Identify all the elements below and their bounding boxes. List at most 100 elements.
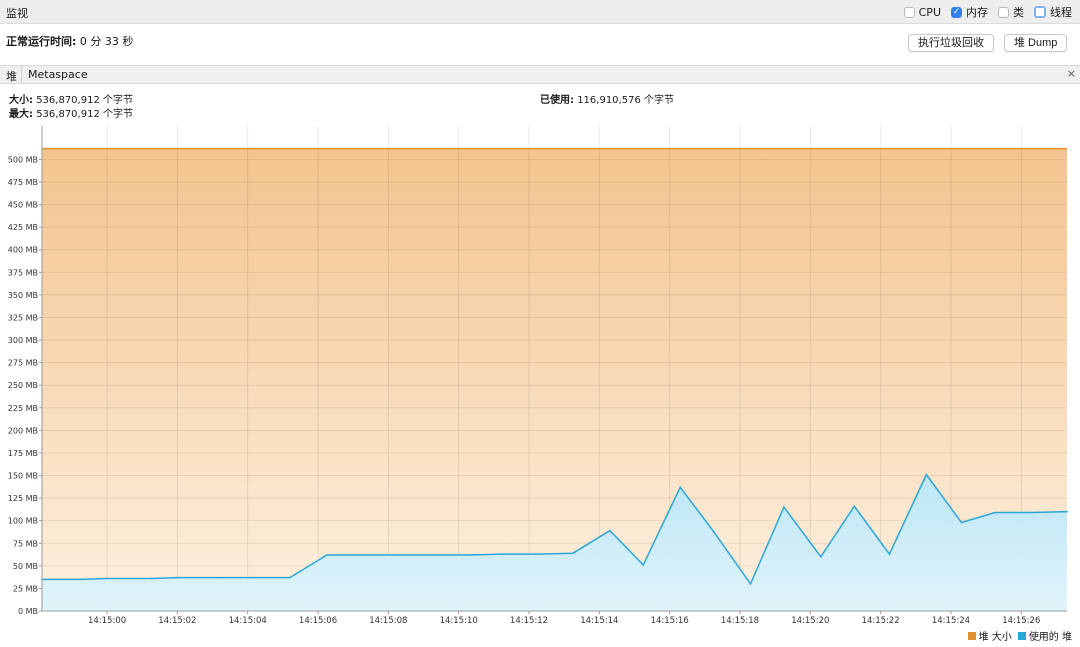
y-tick-label: 450 MB (8, 201, 38, 210)
chart-legend: 堆 大小 使用的 堆 (962, 628, 1072, 643)
cpu-label: CPU (918, 5, 941, 19)
y-tick-label: 200 MB (8, 426, 38, 435)
x-tick-label: 14:15:18 (721, 616, 759, 625)
used-heap-point (150, 577, 152, 580)
heap-max-info: 最大: 536,870,912 个字节 (9, 105, 133, 120)
tab-divider (21, 66, 22, 83)
y-tick-label: 350 MB (8, 291, 38, 300)
tab-metaspace[interactable]: Metaspace (28, 68, 88, 81)
used-heap-point (679, 486, 682, 489)
legend-used-heap-label: 使用的 堆 (1028, 632, 1072, 643)
y-tick-label: 125 MB (8, 494, 38, 503)
x-tick-label: 14:15:06 (299, 616, 337, 625)
legend-heap-size-label: 堆 大小 (978, 632, 1012, 643)
used-heap-swatch (1017, 631, 1026, 640)
option-classes[interactable]: 类 (998, 4, 1024, 20)
y-tick-label: 275 MB (8, 359, 38, 368)
used-heap-point (538, 553, 541, 555)
x-tick-label: 14:15:24 (932, 616, 970, 625)
y-tick-label: 150 MB (8, 472, 38, 481)
perform-gc-button[interactable]: 执行垃圾回收 (908, 34, 994, 52)
x-tick-label: 14:15:10 (440, 616, 478, 625)
x-tick-label: 14:15:22 (862, 616, 900, 625)
x-tick-label: 14:15:00 (88, 616, 126, 625)
heap-size-info: 大小: 536,870,912 个字节 (9, 91, 133, 106)
used-heap-point (326, 554, 328, 556)
used-heap-point (396, 554, 398, 556)
y-tick-label: 400 MB (8, 246, 38, 255)
heap-used-label: 已使用: (540, 95, 574, 106)
y-tick-label: 100 MB (8, 517, 38, 526)
memory-tabs: 堆 Metaspace × (0, 65, 1080, 84)
x-tick-label: 14:15:16 (651, 616, 689, 625)
x-tick-label: 14:15:20 (791, 616, 829, 625)
uptime-label: 正常运行时间: (6, 35, 77, 48)
used-heap-point (79, 578, 82, 581)
used-heap-point (362, 554, 365, 556)
used-heap-point (994, 511, 996, 514)
used-heap-point (1066, 510, 1068, 513)
used-heap-point (501, 553, 504, 555)
y-tick-label: 375 MB (8, 268, 38, 277)
y-tick-label: 500 MB (8, 155, 38, 164)
used-heap-point (712, 530, 715, 533)
used-heap-point (253, 576, 256, 579)
used-heap-point (106, 577, 108, 580)
memory-checkbox[interactable]: ✓ (951, 6, 962, 18)
used-heap-point (888, 553, 891, 555)
heap-used-info: 已使用: 116,910,576 个字节 (540, 91, 674, 106)
used-heap-point (572, 552, 574, 554)
used-heap-point (642, 564, 645, 566)
used-heap-point (431, 554, 434, 556)
used-heap-point (176, 576, 179, 579)
y-tick-label: 175 MB (8, 449, 38, 458)
uptime: 正常运行时间: 0 分 33 秒 (6, 33, 133, 49)
heap-max-value: 536,870,912 个字节 (36, 109, 133, 120)
x-tick-label: 14:15:02 (158, 616, 196, 625)
y-tick-label: 325 MB (8, 313, 38, 322)
classes-label: 类 (1013, 6, 1024, 19)
x-tick-label: 14:15:04 (229, 616, 267, 625)
used-heap-point (1031, 511, 1033, 514)
option-memory[interactable]: ✓ 内存 (951, 4, 988, 20)
used-heap-point (783, 506, 785, 508)
used-heap-point (289, 576, 291, 579)
option-cpu[interactable]: CPU (903, 5, 941, 19)
memory-label: 内存 (966, 6, 988, 19)
monitor-title: 监视 (6, 7, 28, 20)
uptime-value: 0 分 33 秒 (79, 35, 134, 48)
classes-checkbox[interactable] (998, 6, 1009, 18)
used-heap-point (853, 505, 856, 508)
heap-used-value: 116,910,576 个字节 (577, 95, 674, 106)
y-tick-label: 50 MB (13, 562, 38, 571)
monitor-header: 监视 CPU ✓ 内存 类 线程 (0, 0, 1080, 24)
x-tick-label: 14:15:26 (1002, 616, 1040, 625)
used-heap-point (468, 554, 471, 556)
close-icon[interactable]: × (1067, 67, 1076, 80)
y-tick-label: 25 MB (13, 584, 38, 593)
heap-dump-button[interactable]: 堆 Dump (1004, 34, 1068, 52)
used-heap-point (925, 473, 928, 476)
heap-size-swatch (967, 631, 976, 640)
option-threads[interactable]: 线程 (1034, 4, 1072, 20)
x-tick-label: 14:15:12 (510, 616, 548, 625)
x-tick-label: 14:15:14 (580, 616, 618, 625)
y-tick-label: 300 MB (8, 336, 38, 345)
x-tick-label: 14:15:08 (369, 616, 407, 625)
used-heap-point (960, 521, 963, 524)
y-tick-label: 475 MB (8, 178, 38, 187)
legend-used-heap: 使用的 堆 (1017, 628, 1072, 643)
y-tick-label: 225 MB (8, 404, 38, 413)
cpu-checkbox[interactable] (903, 6, 915, 18)
used-heap-point (220, 576, 223, 579)
legend-heap-size: 堆 大小 (967, 628, 1012, 643)
threads-checkbox[interactable] (1034, 6, 1046, 18)
used-heap-point (609, 529, 611, 532)
tab-heap[interactable]: 堆 (6, 68, 17, 84)
used-heap-point (749, 583, 752, 585)
y-tick-label: 250 MB (8, 381, 38, 390)
monitor-options: CPU ✓ 内存 类 线程 (894, 4, 1072, 20)
y-tick-label: 0 MB (18, 607, 38, 616)
heap-chart: 0 MB 25 MB 50 MB 75 MB 100 MB 125 MB 150 MB 175… (8, 126, 1068, 625)
heap-max-label: 最大: (9, 109, 33, 120)
